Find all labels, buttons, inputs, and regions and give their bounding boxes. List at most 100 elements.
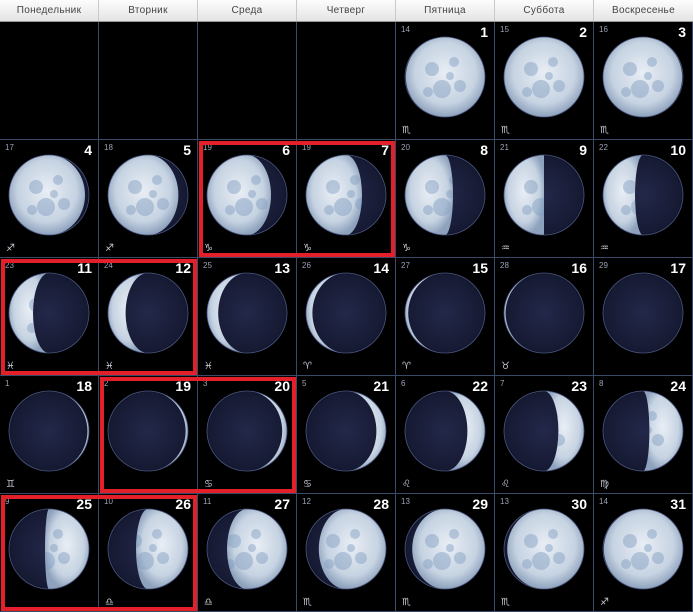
day-cell[interactable]: 10 26 ♎ — [99, 494, 198, 612]
moon-image — [501, 34, 587, 120]
lunar-day-label: 24 — [104, 261, 113, 270]
moon-image — [6, 506, 92, 592]
lunar-day-label: 10 — [104, 497, 113, 506]
moon-image — [105, 270, 191, 356]
lunar-day-label: 22 — [599, 143, 608, 152]
day-cell[interactable]: 28 16 ♉ — [495, 258, 594, 376]
moon-phase-icon — [107, 390, 189, 472]
day-cell[interactable]: 17 4 ♐ — [0, 140, 99, 258]
lunar-day-label: 9 — [5, 497, 10, 506]
zodiac-sign-icon: ♏ — [600, 125, 609, 136]
zodiac-sign-icon: ♏ — [303, 597, 312, 608]
day-cell[interactable]: 9 25 — [0, 494, 99, 612]
moon-image — [6, 152, 92, 238]
lunar-day-label: 6 — [401, 379, 406, 388]
lunar-day-label: 21 — [500, 143, 509, 152]
moon-image — [204, 152, 290, 238]
moon-image — [204, 506, 290, 592]
day-cell[interactable]: 11 27 ♎ — [198, 494, 297, 612]
day-cell[interactable]: 18 5 ♐ — [99, 140, 198, 258]
moon-image — [501, 388, 587, 474]
day-cell[interactable]: 16 3 ♏ — [594, 22, 693, 140]
lunar-day-label: 29 — [599, 261, 608, 270]
zodiac-sign-icon: ♏ — [402, 597, 411, 608]
moon-image — [303, 506, 389, 592]
lunar-day-label: 28 — [500, 261, 509, 270]
moon-phase-icon — [503, 508, 585, 590]
moon-phase-icon — [206, 390, 288, 472]
lunar-day-label: 11 — [203, 497, 212, 506]
moon-phase-icon — [503, 36, 585, 118]
weekday-thursday: Четверг — [297, 0, 396, 21]
day-cell[interactable]: 2 19 — [99, 376, 198, 494]
lunar-day-label: 8 — [599, 379, 604, 388]
day-cell[interactable]: 29 17 — [594, 258, 693, 376]
lunar-day-label: 25 — [203, 261, 212, 270]
moon-phase-icon — [107, 272, 189, 354]
day-cell[interactable]: 23 11 ♓ — [0, 258, 99, 376]
lunar-day-label: 7 — [500, 379, 505, 388]
zodiac-sign-icon: ♑ — [402, 243, 411, 254]
day-cell[interactable]: 1 18 ♊ — [0, 376, 99, 494]
zodiac-sign-icon: ♈ — [402, 361, 411, 372]
day-cell[interactable]: 25 13 ♓ — [198, 258, 297, 376]
zodiac-sign-icon: ♋ — [204, 479, 213, 490]
day-cell[interactable]: 3 20 ♋ — [198, 376, 297, 494]
moon-image — [402, 270, 488, 356]
moon-image — [6, 270, 92, 356]
empty-cell — [198, 22, 297, 140]
moon-image — [204, 270, 290, 356]
calendar-grid: 14 1 ♏ 15 2 ♏ 16 3 ♏ 17 4 ♐ 18 5 ♐ 19 6 ♑ 19 7 ♑ 20 8 ♑ 21 9 ♒ 22 10… — [0, 22, 693, 612]
moon-phase-icon — [305, 272, 387, 354]
day-cell[interactable]: 14 31 ♐ — [594, 494, 693, 612]
zodiac-sign-icon: ♓ — [204, 361, 213, 372]
empty-cell — [297, 22, 396, 140]
weekday-header: Понедельник Вторник Среда Четверг Пятниц… — [0, 0, 693, 22]
lunar-day-label: 13 — [401, 497, 410, 506]
moon-phase-icon — [404, 36, 486, 118]
lunar-day-label: 14 — [401, 25, 410, 34]
day-cell[interactable]: 19 6 ♑ — [198, 140, 297, 258]
moon-phase-icon — [602, 390, 684, 472]
day-cell[interactable]: 13 30 ♏ — [495, 494, 594, 612]
day-cell[interactable]: 12 28 ♏ — [297, 494, 396, 612]
moon-image — [105, 152, 191, 238]
lunar-day-label: 13 — [500, 497, 509, 506]
moon-phase-icon — [8, 154, 90, 236]
day-cell[interactable]: 20 8 ♑ — [396, 140, 495, 258]
moon-image — [600, 388, 686, 474]
moon-image — [402, 34, 488, 120]
zodiac-sign-icon: ♑ — [204, 243, 213, 254]
day-cell[interactable]: 14 1 ♏ — [396, 22, 495, 140]
day-cell[interactable]: 15 2 ♏ — [495, 22, 594, 140]
day-cell[interactable]: 8 24 ♍ — [594, 376, 693, 494]
day-cell[interactable]: 22 10 ♒ — [594, 140, 693, 258]
moon-phase-icon — [503, 390, 585, 472]
lunar-day-label: 27 — [401, 261, 410, 270]
moon-phase-icon — [8, 508, 90, 590]
moon-phase-icon — [206, 272, 288, 354]
day-cell[interactable]: 19 7 ♑ — [297, 140, 396, 258]
day-cell[interactable]: 13 29 ♏ — [396, 494, 495, 612]
day-cell[interactable]: 24 12 ♓ — [99, 258, 198, 376]
moon-phase-icon — [602, 154, 684, 236]
lunar-day-label: 5 — [302, 379, 307, 388]
lunar-day-label: 3 — [203, 379, 208, 388]
day-cell[interactable]: 5 21 ♋ — [297, 376, 396, 494]
empty-cell — [99, 22, 198, 140]
day-cell[interactable]: 6 22 ♌ — [396, 376, 495, 494]
zodiac-sign-icon: ♓ — [105, 361, 114, 372]
weekday-monday: Понедельник — [0, 0, 99, 21]
moon-image — [600, 270, 686, 356]
zodiac-sign-icon: ♏ — [501, 125, 510, 136]
moon-phase-icon — [404, 154, 486, 236]
weekday-sunday: Воскресенье — [612, 5, 675, 16]
day-cell[interactable]: 26 14 ♈ — [297, 258, 396, 376]
moon-phase-icon — [404, 508, 486, 590]
zodiac-sign-icon: ♌ — [501, 479, 510, 490]
day-cell[interactable]: 27 15 ♈ — [396, 258, 495, 376]
day-cell[interactable]: 21 9 ♒ — [495, 140, 594, 258]
day-cell[interactable]: 7 23 ♌ — [495, 376, 594, 494]
zodiac-sign-icon: ♌ — [402, 479, 411, 490]
zodiac-sign-icon: ♎ — [204, 597, 213, 608]
